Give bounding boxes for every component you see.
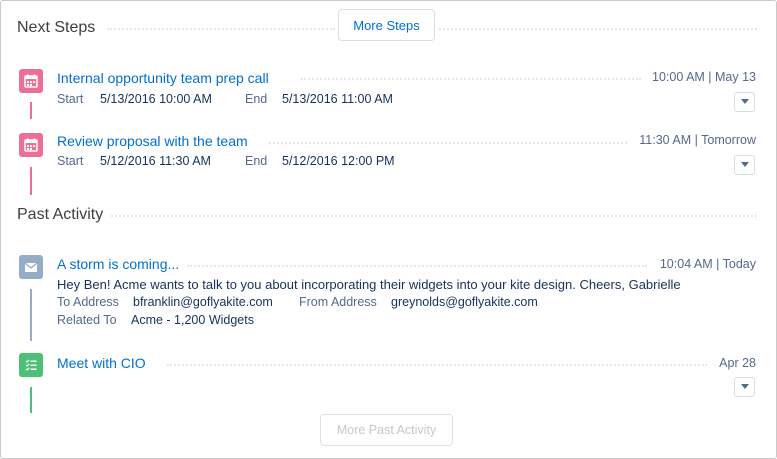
divider [439,28,757,30]
calendar-icon [19,69,43,93]
start-label: Start [57,92,84,106]
start-label: Start [57,154,84,168]
email-time: 10:04 AM | Today [659,257,756,271]
email-body: Hey Ben! Acme wants to talk to you about… [57,277,681,292]
to-address-value: bfranklin@goflyakite.com [133,295,273,309]
divider [167,364,707,366]
email-subject-link[interactable]: A storm is coming... [57,256,179,272]
task-icon [19,353,43,377]
related-to-label: Related To [57,313,117,327]
end-label: End [245,92,268,106]
divider [111,215,757,217]
end-label: End [245,154,268,168]
start-value: 5/13/2016 10:00 AM [100,92,212,106]
start-value: 5/12/2016 11:30 AM [100,154,211,168]
divider [107,28,335,30]
timeline-line [30,167,32,195]
item-menu-dropdown[interactable] [734,155,755,175]
event-time: 11:30 AM | Tomorrow [639,133,756,147]
from-address-link[interactable]: greynolds@goflyakite.com [391,295,538,309]
task-title-link[interactable]: Meet with CIO [57,355,146,371]
item-menu-dropdown[interactable] [734,92,755,112]
calendar-icon [19,133,43,157]
event-time: 10:00 AM | May 13 [652,70,756,84]
divider [269,142,627,144]
activity-timeline-card: Next Steps More Steps Internal opportuni… [0,0,777,459]
item-menu-dropdown[interactable] [734,377,755,397]
more-steps-button[interactable]: More Steps [338,9,435,41]
related-to-link[interactable]: Acme - 1,200 Widgets [131,313,254,327]
divider [187,265,647,267]
timeline-line [30,289,32,341]
email-icon [19,255,43,279]
past-activity-heading: Past Activity [17,206,104,223]
next-steps-heading: Next Steps [17,19,96,36]
chevron-down-icon [740,99,749,104]
timeline-line [30,387,32,413]
chevron-down-icon [740,162,749,167]
end-value: 5/12/2016 12:00 PM [282,154,395,168]
event-title-link[interactable]: Internal opportunity team prep call [57,70,269,86]
chevron-down-icon [740,384,749,389]
task-date: Apr 28 [719,356,756,370]
from-address-label: From Address [299,295,377,309]
end-value: 5/13/2016 11:00 AM [282,92,393,106]
timeline-line [30,102,32,119]
to-address-label: To Address [57,295,119,309]
more-past-activity-button[interactable]: More Past Activity [320,414,453,446]
event-title-link[interactable]: Review proposal with the team [57,133,248,149]
divider [301,78,641,80]
